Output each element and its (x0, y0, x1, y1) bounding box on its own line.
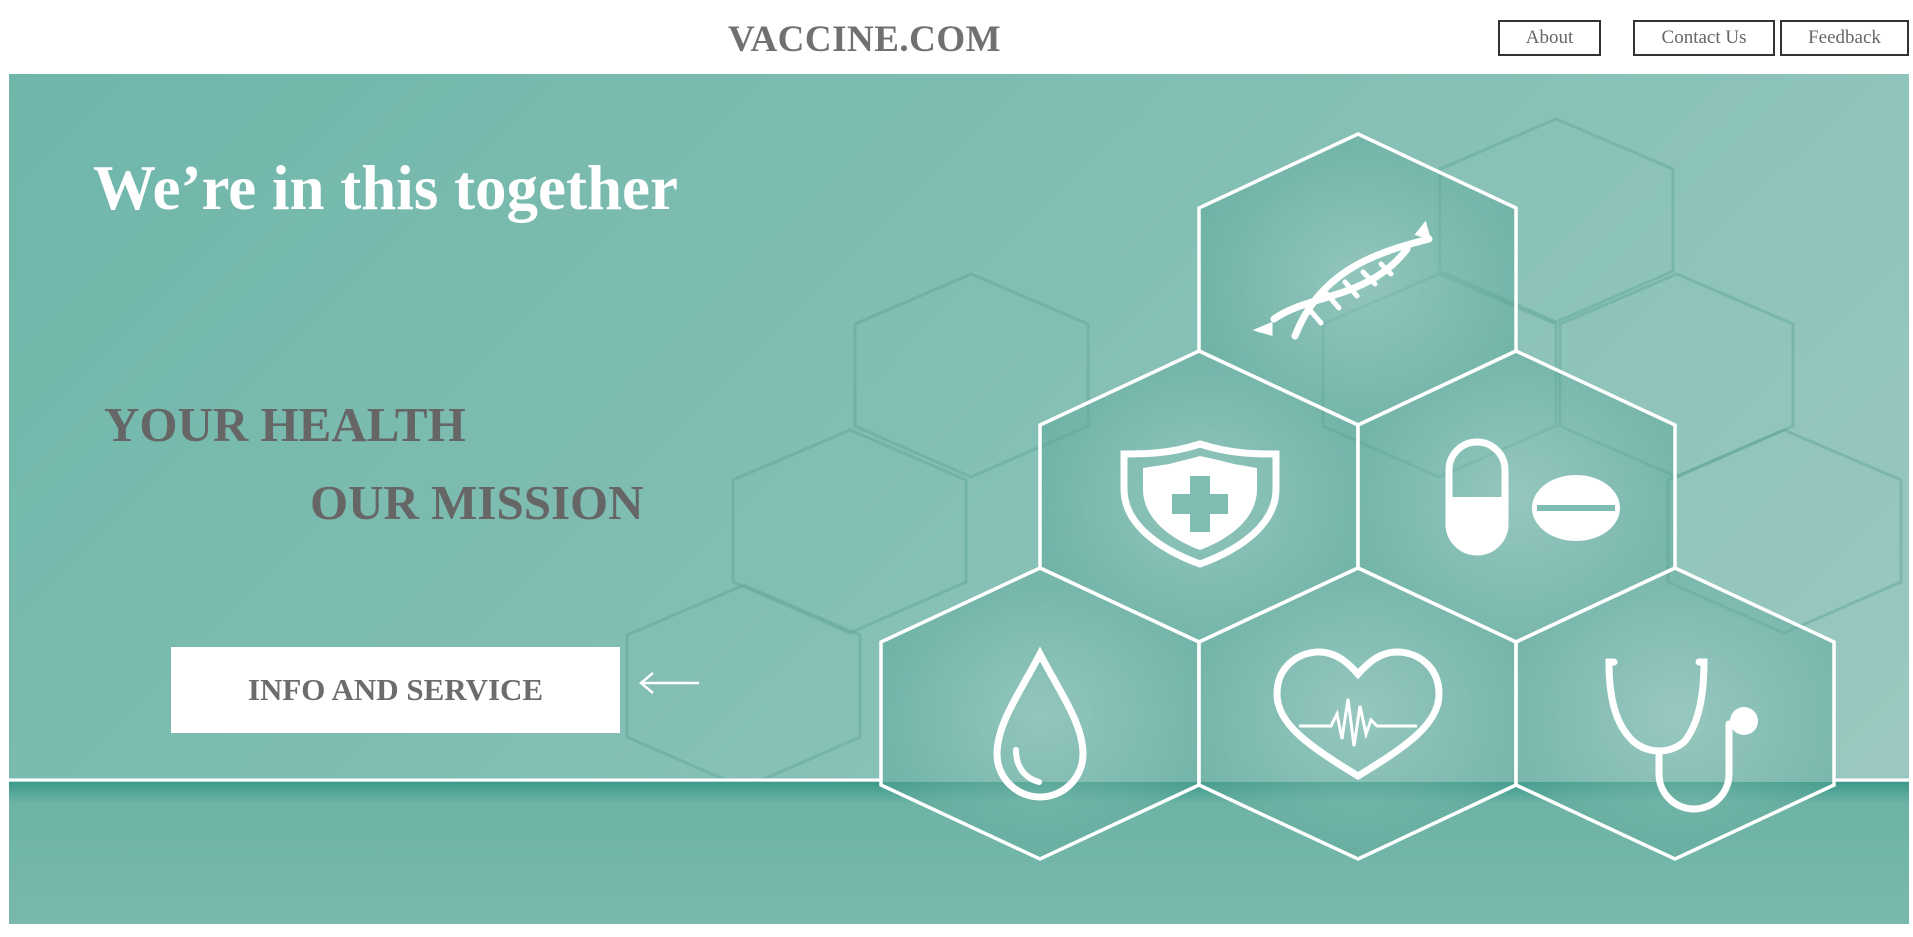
site-title: VACCINE.COM (728, 19, 1002, 60)
hero-banner: We’re in this together YOUR HEALTH OUR M… (9, 74, 1909, 924)
hero-tagline: We’re in this together (93, 153, 678, 223)
arrow-left-icon (639, 672, 699, 694)
mission-line-2: OUR MISSION (310, 475, 644, 530)
mission-line-1: YOUR HEALTH (104, 397, 466, 452)
nav-contact-button[interactable]: Contact Us (1633, 20, 1775, 56)
hex-cluster (879, 132, 1836, 861)
info-and-service-button[interactable]: INFO AND SERVICE (171, 647, 620, 733)
nav-about-button[interactable]: About (1498, 20, 1601, 56)
nav-feedback-button[interactable]: Feedback (1780, 20, 1909, 56)
